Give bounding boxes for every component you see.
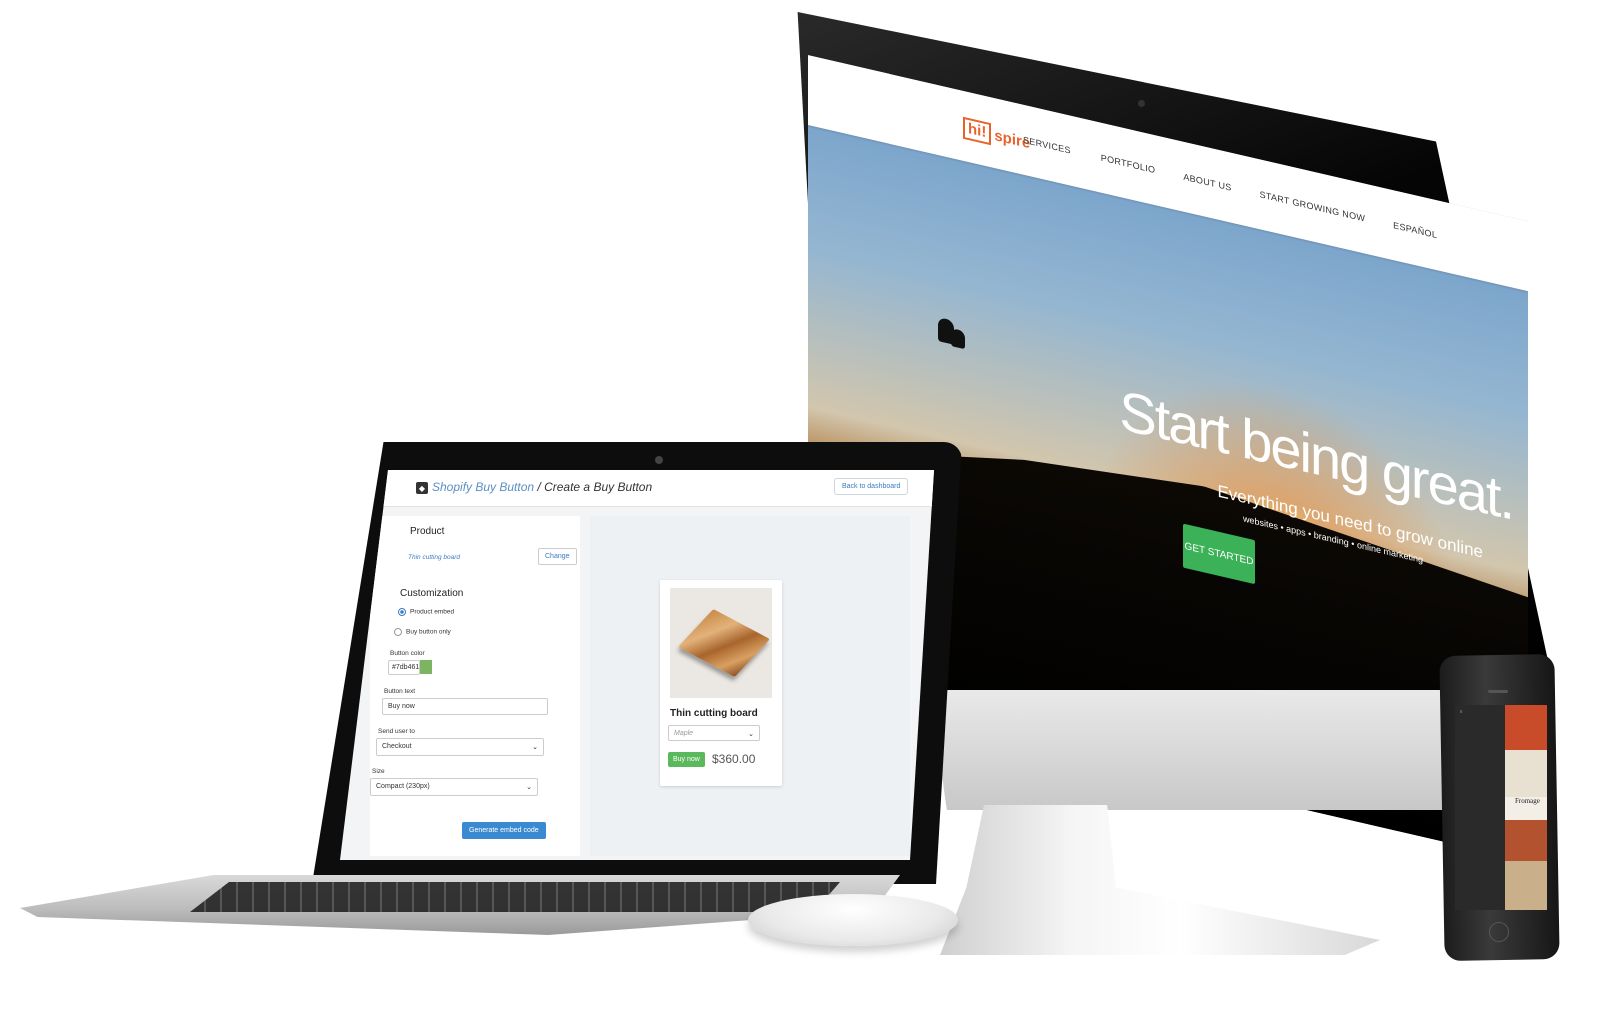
settings-panel: Product Thin cutting board Change Custom… xyxy=(370,516,580,856)
phone-speaker xyxy=(1488,690,1508,693)
person-silhouette xyxy=(951,328,965,349)
variant-value: Maple xyxy=(674,730,694,737)
card-product-title: Thin cutting board xyxy=(670,708,758,719)
button-text-input[interactable]: Buy now xyxy=(382,698,548,715)
radio-embed-label: Product embed xyxy=(410,608,455,616)
chevron-down-icon: ⌄ xyxy=(532,744,538,751)
phone-side-menu: ≡ xyxy=(1455,705,1505,910)
nav-espanol[interactable]: ESPAÑOL xyxy=(1393,220,1437,240)
product-heading: Product xyxy=(410,526,445,537)
button-text-label: Button text xyxy=(384,688,416,695)
imac-chin xyxy=(930,690,1490,810)
back-to-dashboard-button[interactable]: Back to dashboard xyxy=(834,478,909,495)
app-header: ◆ Shopify Buy Button / Create a Buy Butt… xyxy=(340,470,934,507)
variant-select[interactable]: Maple ⌄ xyxy=(668,725,760,741)
shopify-icon: ◆ xyxy=(416,482,428,494)
cutting-board-image xyxy=(678,609,770,677)
send-user-value: Checkout xyxy=(382,743,412,750)
phone-home-button xyxy=(1489,922,1509,942)
generate-embed-code-button[interactable]: Generate embed code xyxy=(462,822,546,839)
nav-portfolio[interactable]: PORTFOLIO xyxy=(1101,153,1156,176)
button-color-swatch[interactable] xyxy=(420,660,432,674)
chevron-down-icon: ⌄ xyxy=(526,784,532,791)
breadcrumb-link[interactable]: Shopify Buy Button xyxy=(432,480,534,494)
radio-product-embed[interactable]: Product embed xyxy=(398,608,454,616)
hispire-logo[interactable]: hi! spire xyxy=(963,117,1030,155)
imac-camera xyxy=(1138,100,1145,107)
send-user-label: Send user to xyxy=(378,728,415,735)
size-label: Size xyxy=(372,768,385,775)
button-color-picker[interactable]: #7db461 xyxy=(388,660,432,675)
change-product-button[interactable]: Change xyxy=(538,548,577,565)
nav-start-growing-now[interactable]: START GROWING NOW xyxy=(1260,189,1366,223)
magic-mouse xyxy=(748,894,958,946)
customization-heading: Customization xyxy=(400,588,464,599)
laptop-keyboard xyxy=(190,882,840,912)
breadcrumb-current: / Create a Buy Button xyxy=(534,480,653,494)
product-image xyxy=(670,588,772,698)
product-name: Thin cutting board xyxy=(408,554,461,561)
radio-selected-icon[interactable] xyxy=(398,608,406,616)
phone-screen: ≡ Fromage xyxy=(1455,705,1547,910)
product-price: $360.00 xyxy=(712,752,756,766)
laptop-screen: ◆ Shopify Buy Button / Create a Buy Butt… xyxy=(340,470,934,860)
imac-stand xyxy=(940,805,1380,955)
buy-now-button[interactable]: Buy now xyxy=(668,752,705,767)
chevron-down-icon: ⌄ xyxy=(748,731,754,738)
phone-article-title: Fromage xyxy=(1515,797,1540,805)
button-color-input[interactable]: #7db461 xyxy=(388,660,420,675)
phone-food-content xyxy=(1505,705,1547,910)
nav-about-us[interactable]: ABOUT US xyxy=(1183,172,1231,193)
radio-unselected-icon[interactable] xyxy=(394,628,402,636)
send-user-select[interactable]: Checkout ⌄ xyxy=(376,738,544,756)
button-color-label: Button color xyxy=(390,650,425,657)
shopify-buy-button-app: ◆ Shopify Buy Button / Create a Buy Butt… xyxy=(340,470,934,860)
logo-box: hi! xyxy=(963,117,991,146)
size-select[interactable]: Compact (230px) ⌄ xyxy=(370,778,538,796)
breadcrumb: Shopify Buy Button / Create a Buy Button xyxy=(432,480,652,494)
laptop-camera xyxy=(655,456,663,464)
radio-buy-button-only[interactable]: Buy button only xyxy=(394,628,451,636)
size-value: Compact (230px) xyxy=(376,783,430,790)
phone-menu-header: ≡ xyxy=(1460,709,1463,714)
radio-buy-only-label: Buy button only xyxy=(406,628,451,636)
product-preview-card: Thin cutting board Maple ⌄ Buy now $360.… xyxy=(660,580,782,786)
